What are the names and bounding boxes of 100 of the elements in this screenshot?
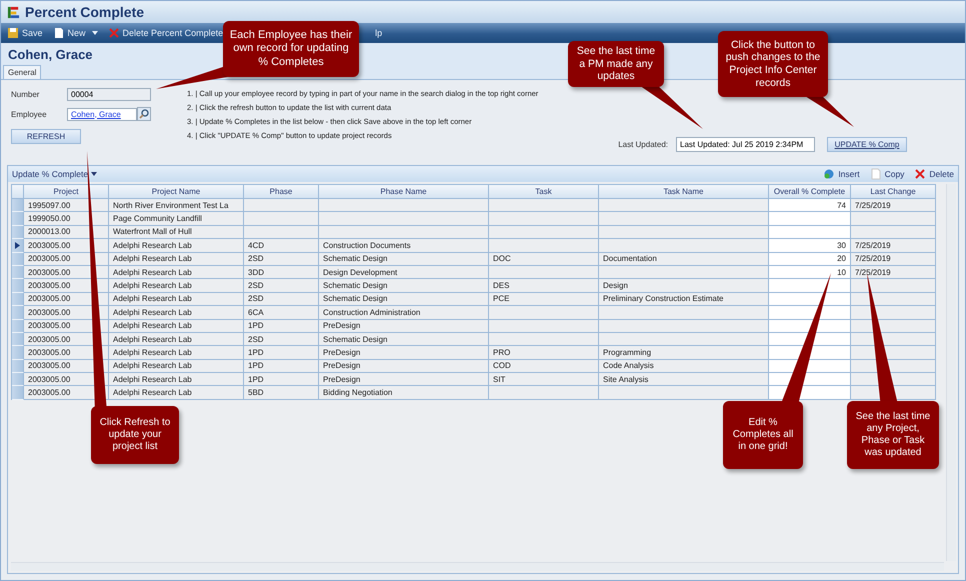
table-cell: Site Analysis xyxy=(599,373,769,386)
table-cell: 10 xyxy=(769,266,851,280)
table-cell: Schematic Design xyxy=(319,252,489,266)
table-cell: PreDesign xyxy=(319,373,489,386)
toolbar-button[interactable]: lp xyxy=(375,28,382,38)
table-cell: Adelphi Research Lab xyxy=(109,306,244,320)
toolbar-button[interactable]: Delete Percent Complete xyxy=(108,27,224,39)
table-cell: Adelphi Research Lab xyxy=(109,373,244,386)
column-header[interactable]: Task xyxy=(489,185,599,199)
table-cell: DES xyxy=(489,279,599,293)
table-cell: 1PD xyxy=(244,360,319,374)
app-icon xyxy=(7,6,20,18)
table-cell: 2003005.00 xyxy=(24,279,109,293)
table-cell: Adelphi Research Lab xyxy=(109,386,244,400)
table-cell: 6CA xyxy=(244,306,319,320)
window-title: Percent Complete xyxy=(25,4,144,20)
table-cell: 7/25/2019 xyxy=(851,266,936,280)
table-cell: 2003005.00 xyxy=(24,239,109,253)
table-cell: Bidding Negotiation xyxy=(319,386,489,400)
table-cell: PreDesign xyxy=(319,320,489,333)
table-cell: Design xyxy=(599,279,769,293)
table-cell: Adelphi Research Lab xyxy=(109,360,244,374)
table-cell: 7/25/2019 xyxy=(851,239,936,253)
table-cell: 30 xyxy=(769,239,851,253)
table-cell: Waterfront Mall of Hull xyxy=(109,226,244,240)
grid-action-button[interactable]: Copy xyxy=(870,168,904,180)
table-cell: 2003005.00 xyxy=(24,306,109,320)
table-cell: SIT xyxy=(489,373,599,386)
employee-field[interactable]: Cohen, Grace xyxy=(67,108,137,120)
column-header[interactable]: Phase xyxy=(244,185,319,199)
table-cell: Adelphi Research Lab xyxy=(109,332,244,346)
table-cell: Schematic Design xyxy=(319,292,489,306)
table-cell: 7/25/2019 xyxy=(851,252,936,266)
callout: Click Refresh to update your project list xyxy=(91,406,179,464)
column-header[interactable]: Last Change xyxy=(851,185,936,199)
column-header[interactable]: Project xyxy=(24,185,109,199)
table-cell: 2SD xyxy=(244,332,319,346)
number-field[interactable]: 00004 xyxy=(67,88,151,100)
insert-icon xyxy=(823,168,836,180)
update-button[interactable]: UPDATE % Comp xyxy=(827,137,907,152)
table-cell: Construction Documents xyxy=(319,239,489,253)
table-cell: Adelphi Research Lab xyxy=(109,292,244,306)
table-cell: Design Development xyxy=(319,266,489,280)
table-cell: Adelphi Research Lab xyxy=(109,320,244,333)
refresh-button[interactable]: REFRESH xyxy=(11,129,81,144)
search-icon[interactable] xyxy=(137,107,151,121)
document-icon xyxy=(52,27,65,39)
column-header[interactable]: Phase Name xyxy=(319,185,489,199)
table-cell: 1PD xyxy=(244,320,319,333)
table-cell: Adelphi Research Lab xyxy=(109,239,244,253)
table-cell: Preliminary Construction Estimate xyxy=(599,292,769,306)
toolbar-button[interactable]: Save xyxy=(7,27,43,39)
callout: Click the button to push changes to the Project Info Center records xyxy=(718,31,828,97)
table-cell: 2SD xyxy=(244,252,319,266)
delete-icon xyxy=(108,27,120,39)
tab[interactable]: General xyxy=(3,65,42,79)
delete-icon xyxy=(914,168,926,180)
column-header[interactable]: Overall % Complete xyxy=(769,185,851,199)
table-cell: Adelphi Research Lab xyxy=(109,252,244,266)
table-cell: Page Community Landfill xyxy=(109,212,244,226)
column-header[interactable]: Task Name xyxy=(599,185,769,199)
table-cell: 7/25/2019 xyxy=(851,199,936,212)
table-cell: Schematic Design xyxy=(319,332,489,346)
row-header[interactable] xyxy=(12,239,24,253)
table-cell: Adelphi Research Lab xyxy=(109,279,244,293)
copy-icon xyxy=(870,168,882,180)
callout: Edit % Completes all in one grid! xyxy=(723,401,803,469)
table-cell: Documentation xyxy=(599,252,769,266)
field-label: Last Updated: xyxy=(618,140,668,149)
save-icon xyxy=(7,27,19,39)
table-cell: Adelphi Research Lab xyxy=(109,266,244,280)
column-header[interactable]: Project Name xyxy=(109,185,244,199)
table-cell: 1999050.00 xyxy=(24,212,109,226)
table-cell: PreDesign xyxy=(319,360,489,374)
last-updated-field: Last Updated: Jul 25 2019 2:34PM xyxy=(676,137,815,152)
table-cell: 1995097.00 xyxy=(24,199,109,212)
toolbar-button[interactable]: New xyxy=(52,27,98,39)
table-cell: 4CD xyxy=(244,239,319,253)
table-cell: PRO xyxy=(489,346,599,360)
table-cell: 74 xyxy=(769,199,851,212)
table-cell: North River Environment Test La xyxy=(109,199,244,212)
table-cell: DOC xyxy=(489,252,599,266)
table-cell: 3DD xyxy=(244,266,319,280)
caret-icon xyxy=(91,172,98,176)
table-cell: Programming xyxy=(599,346,769,360)
field-label: Employee xyxy=(11,110,48,118)
table-cell: COD xyxy=(489,360,599,374)
table-cell: 20 xyxy=(769,252,851,266)
table-cell: Construction Administration xyxy=(319,306,489,320)
grid-action-button[interactable]: Delete xyxy=(914,168,954,180)
table-cell: PCE xyxy=(489,292,599,306)
table-cell: Code Analysis xyxy=(599,360,769,374)
table-cell: 2SD xyxy=(244,292,319,306)
field-label: Number xyxy=(11,90,40,98)
record-title: Cohen, Grace xyxy=(8,46,93,62)
table-cell: Adelphi Research Lab xyxy=(109,346,244,360)
grid-action-button[interactable]: Insert xyxy=(823,168,860,180)
table-cell: 2SD xyxy=(244,279,319,293)
callout: See the last time any Project, Phase or Task was updated xyxy=(847,401,939,469)
callout: See the last time a PM made any updates xyxy=(568,41,664,87)
